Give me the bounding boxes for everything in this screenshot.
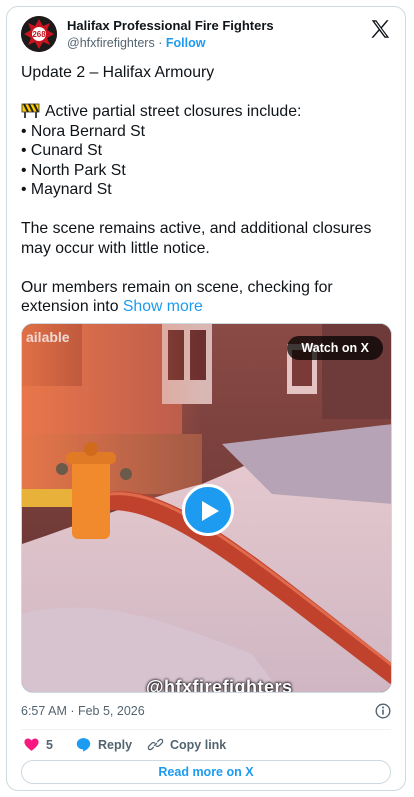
tweet-line: The scene remains active, and additional… <box>21 220 372 237</box>
watch-on-x-button[interactable]: Watch on X <box>287 336 383 360</box>
read-more-button[interactable]: Read more on X <box>21 760 391 784</box>
handle-line: @hfxfirefighters · Follow <box>67 34 274 52</box>
tweet-actions: 5 Reply Copy link <box>21 735 391 755</box>
show-more-link[interactable]: Show more <box>123 298 203 315</box>
like-count: 5 <box>46 738 53 752</box>
sign-fragment: ailable <box>26 329 70 345</box>
author-name[interactable]: Halifax Professional Fire Fighters <box>67 18 274 34</box>
maltese-cross-icon: 268 <box>21 16 57 52</box>
copy-link-label: Copy link <box>170 738 227 752</box>
handle-separator: · <box>158 36 163 50</box>
tweet-paragraph-1: Update 2 – Halifax Armoury <box>21 63 393 83</box>
copy-link-button[interactable]: Copy link <box>147 735 226 755</box>
reply-bubble-icon <box>76 738 91 752</box>
street-item: • Cunard St <box>21 142 103 159</box>
like-button[interactable]: 5 <box>23 735 53 755</box>
tweet-card: 268 Halifax Professional Fire Fighters @… <box>6 6 406 791</box>
avatar[interactable]: 268 <box>21 16 57 52</box>
street-item: • Nora Bernard St <box>21 122 146 140</box>
info-icon[interactable] <box>375 703 391 719</box>
closures-heading: Active partial street closures include: <box>45 103 302 120</box>
tweet-line-prefix: extension into <box>21 298 123 315</box>
tweet-line: may occur with little notice. <box>21 239 210 257</box>
tweet-paragraph-3: The scene remains active, and additional… <box>21 219 393 258</box>
avatar-badge: 268 <box>32 30 46 39</box>
construction-barrier-icon <box>21 103 40 118</box>
street-item: • Maynard St <box>21 181 112 198</box>
author-handle[interactable]: @hfxfirefighters <box>67 36 155 50</box>
tweet-timestamp[interactable]: 6:57 AM · Feb 5, 2026 <box>21 704 145 718</box>
reply-button[interactable]: Reply <box>75 735 132 755</box>
tweet-line: Active partial street closures include: <box>21 102 393 122</box>
heart-icon <box>24 738 39 751</box>
play-icon <box>202 501 219 521</box>
tweet-paragraph-4: Our members remain on scene, checking fo… <box>21 278 393 317</box>
tweet-line: Update 2 – Halifax Armoury <box>21 64 215 81</box>
tweet-text: Update 2 – Halifax Armoury Active partia… <box>21 63 393 336</box>
tweet-line: extension into Show more <box>21 297 393 317</box>
tweet-paragraph-2: Active partial street closures include: … <box>21 102 393 200</box>
tweet-header: 268 Halifax Professional Fire Fighters @… <box>21 16 391 56</box>
video-thumbnail[interactable]: ailable Watch on X @hfxfirefighters <box>21 323 392 693</box>
tweet-meta: 6:57 AM · Feb 5, 2026 <box>21 702 391 720</box>
street-item: • North Park St <box>21 161 126 179</box>
author-identity: Halifax Professional Fire Fighters @hfxf… <box>67 18 274 52</box>
follow-button[interactable]: Follow <box>166 36 206 50</box>
x-logo-icon[interactable] <box>369 18 391 40</box>
tweet-line: Our members remain on scene, checking fo… <box>21 278 333 296</box>
video-watermark: @hfxfirefighters <box>146 677 293 693</box>
link-icon <box>147 738 164 751</box>
play-button[interactable] <box>182 484 234 536</box>
reply-label: Reply <box>98 738 133 752</box>
divider <box>21 729 391 730</box>
